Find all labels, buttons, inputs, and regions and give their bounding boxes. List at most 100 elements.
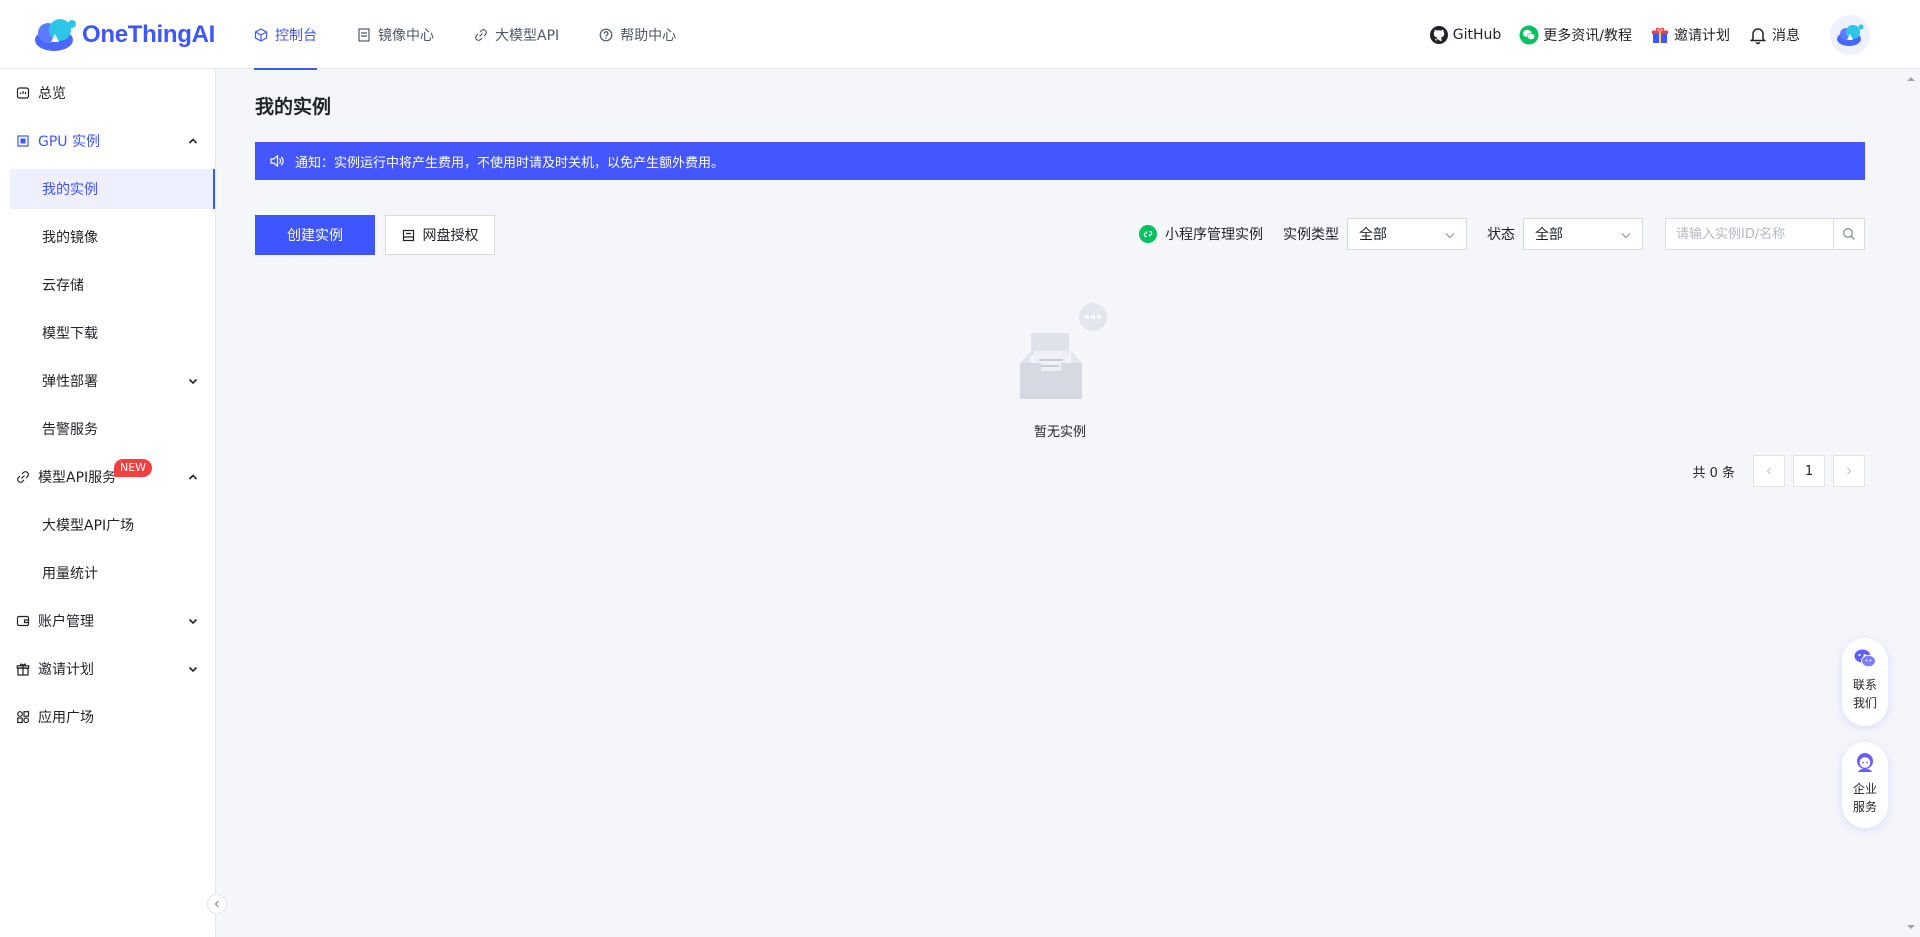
- sidebar-item-label: 告警服务: [42, 422, 98, 438]
- miniprogram-manage-label: 小程序管理实例: [1165, 227, 1263, 243]
- netdisk-auth-label: 网盘授权: [422, 227, 479, 243]
- sidebar-item-model-download[interactable]: 模型下载: [0, 313, 215, 353]
- github-icon: [1429, 25, 1448, 44]
- apps-icon: [17, 711, 30, 724]
- status-label: 状态: [1487, 227, 1515, 243]
- notice-banner: 通知：实例运行中将产生费用，不使用时请及时关机，以免产生额外费用。: [255, 142, 1865, 180]
- sidebar-item-alert-service[interactable]: 告警服务: [0, 409, 215, 449]
- news-tutorial-link[interactable]: 更多资讯/教程: [1519, 25, 1632, 45]
- sidebar-item-label: 总览: [38, 86, 66, 102]
- contact-us-line1: 联系: [1852, 678, 1877, 692]
- brand-logo[interactable]: OneThingAI: [32, 16, 215, 54]
- messages-link[interactable]: 消息: [1748, 25, 1800, 45]
- help-circle-icon: [599, 28, 613, 41]
- customer-service-icon: [1857, 753, 1873, 772]
- sidebar-item-gpu-instances[interactable]: GPU 实例: [0, 121, 215, 161]
- search-input[interactable]: [1665, 218, 1833, 250]
- instance-type-value: 全部: [1359, 227, 1387, 243]
- status-value: 全部: [1535, 227, 1563, 243]
- sidebar-item-my-images[interactable]: 我的镜像: [0, 217, 215, 257]
- chevron-down-icon: [188, 378, 198, 385]
- wechat-icon: [1519, 25, 1539, 44]
- nav-llm-api[interactable]: 大模型API: [474, 0, 559, 69]
- sidebar-item-label: 弹性部署: [42, 374, 98, 390]
- sidebar-item-label: 我的镜像: [42, 230, 98, 246]
- miniprogram-manage-link[interactable]: 小程序管理实例: [1139, 224, 1263, 244]
- empty-inbox-icon: [1020, 303, 1107, 399]
- nav-image-center[interactable]: 镜像中心: [357, 0, 434, 69]
- nav-help-center-label: 帮助中心: [620, 27, 677, 44]
- sidebar-item-account[interactable]: 账户管理: [0, 601, 215, 641]
- enterprise-service-button[interactable]: 企业 服务: [1842, 742, 1888, 828]
- github-link[interactable]: GitHub: [1429, 25, 1502, 45]
- miniprogram-icon: [1139, 225, 1157, 243]
- sidebar-item-label: 云存储: [42, 278, 84, 294]
- sidebar-item-api-square[interactable]: 大模型API广场: [0, 505, 215, 545]
- link-icon: [17, 471, 29, 483]
- brand-name: OneThingAI: [82, 21, 215, 48]
- pagination-total: 共 0 条: [1692, 465, 1735, 481]
- github-label: GitHub: [1452, 26, 1502, 43]
- instance-search: [1665, 218, 1865, 250]
- status-select[interactable]: 全部: [1523, 218, 1643, 250]
- top-nav-menu: 控制台 镜像中心 大模型API 帮助中心: [254, 0, 716, 70]
- nav-help-center[interactable]: 帮助中心: [599, 0, 676, 69]
- sidebar-item-label: GPU 实例: [38, 134, 100, 150]
- enterprise-service-line1: 企业: [1852, 782, 1877, 796]
- wallet-icon: [16, 615, 30, 627]
- sidebar-item-overview[interactable]: 总览: [0, 73, 215, 113]
- sidebar-item-model-api[interactable]: 模型API服务 NEW: [0, 457, 215, 497]
- enterprise-service-line2: 服务: [1852, 800, 1877, 814]
- sidebar-item-label: 邀请计划: [38, 662, 94, 678]
- sidebar-item-app-square[interactable]: 应用广场: [0, 697, 215, 737]
- netdisk-auth-button[interactable]: 网盘授权: [385, 215, 495, 255]
- sidebar-item-label: 账户管理: [38, 614, 94, 630]
- instance-type-select[interactable]: 全部: [1347, 218, 1467, 250]
- speaker-icon: [270, 154, 284, 168]
- chevron-right-icon: [1847, 467, 1852, 475]
- search-icon: [1843, 228, 1855, 240]
- invite-plan-link[interactable]: 邀请计划: [1650, 25, 1730, 45]
- next-page-button[interactable]: [1833, 455, 1865, 487]
- chevron-down-icon: [1621, 233, 1631, 239]
- sidebar-item-label: 模型下载: [42, 326, 98, 342]
- sidebar-item-usage-stats[interactable]: 用量统计: [0, 553, 215, 593]
- nav-console[interactable]: 控制台: [254, 0, 317, 70]
- chevron-up-icon: [188, 138, 198, 144]
- sidebar-collapse-button[interactable]: [207, 894, 227, 914]
- sidebar-item-elastic-deploy[interactable]: 弹性部署: [0, 361, 215, 401]
- link-icon: [475, 28, 487, 41]
- create-instance-button[interactable]: 创建实例: [255, 215, 375, 255]
- sidebar-item-label: 大模型API广场: [42, 518, 135, 534]
- sidebar-item-label: 用量统计: [42, 566, 98, 582]
- scroll-up-icon[interactable]: [1906, 74, 1916, 84]
- filter-bar: 小程序管理实例 实例类型 全部 状态 全部: [1139, 217, 1865, 251]
- page-title: 我的实例: [255, 96, 332, 118]
- new-badge: NEW: [114, 459, 153, 477]
- chevron-left-icon: [214, 900, 219, 908]
- sidebar-item-my-instances[interactable]: 我的实例: [10, 169, 215, 209]
- contact-us-button[interactable]: 联系 我们: [1842, 638, 1888, 726]
- invite-plan-label: 邀请计划: [1674, 27, 1730, 44]
- chip-icon: [17, 135, 29, 147]
- search-button[interactable]: [1833, 218, 1865, 250]
- sidebar-item-label: 应用广场: [38, 710, 94, 726]
- sidebar-item-cloud-storage[interactable]: 云存储: [0, 265, 215, 305]
- chevron-left-icon: [1766, 467, 1771, 475]
- nav-console-label: 控制台: [275, 27, 317, 44]
- page-number-button[interactable]: 1: [1793, 455, 1825, 487]
- pagination: 共 0 条 1: [1692, 455, 1865, 487]
- nav-image-center-label: 镜像中心: [378, 27, 434, 44]
- document-icon: [358, 27, 370, 42]
- dashboard-icon: [16, 87, 30, 99]
- nav-llm-api-label: 大模型API: [495, 27, 560, 44]
- gift-icon: [16, 663, 30, 676]
- chevron-up-icon: [188, 474, 198, 480]
- chevron-down-icon: [188, 666, 198, 673]
- prev-page-button[interactable]: [1753, 455, 1785, 487]
- user-avatar[interactable]: [1830, 14, 1870, 55]
- scroll-down-icon[interactable]: [1906, 922, 1916, 932]
- chevron-down-icon: [1445, 233, 1455, 239]
- wechat-chat-icon: [1854, 649, 1876, 668]
- sidebar-item-invite[interactable]: 邀请计划: [0, 649, 215, 689]
